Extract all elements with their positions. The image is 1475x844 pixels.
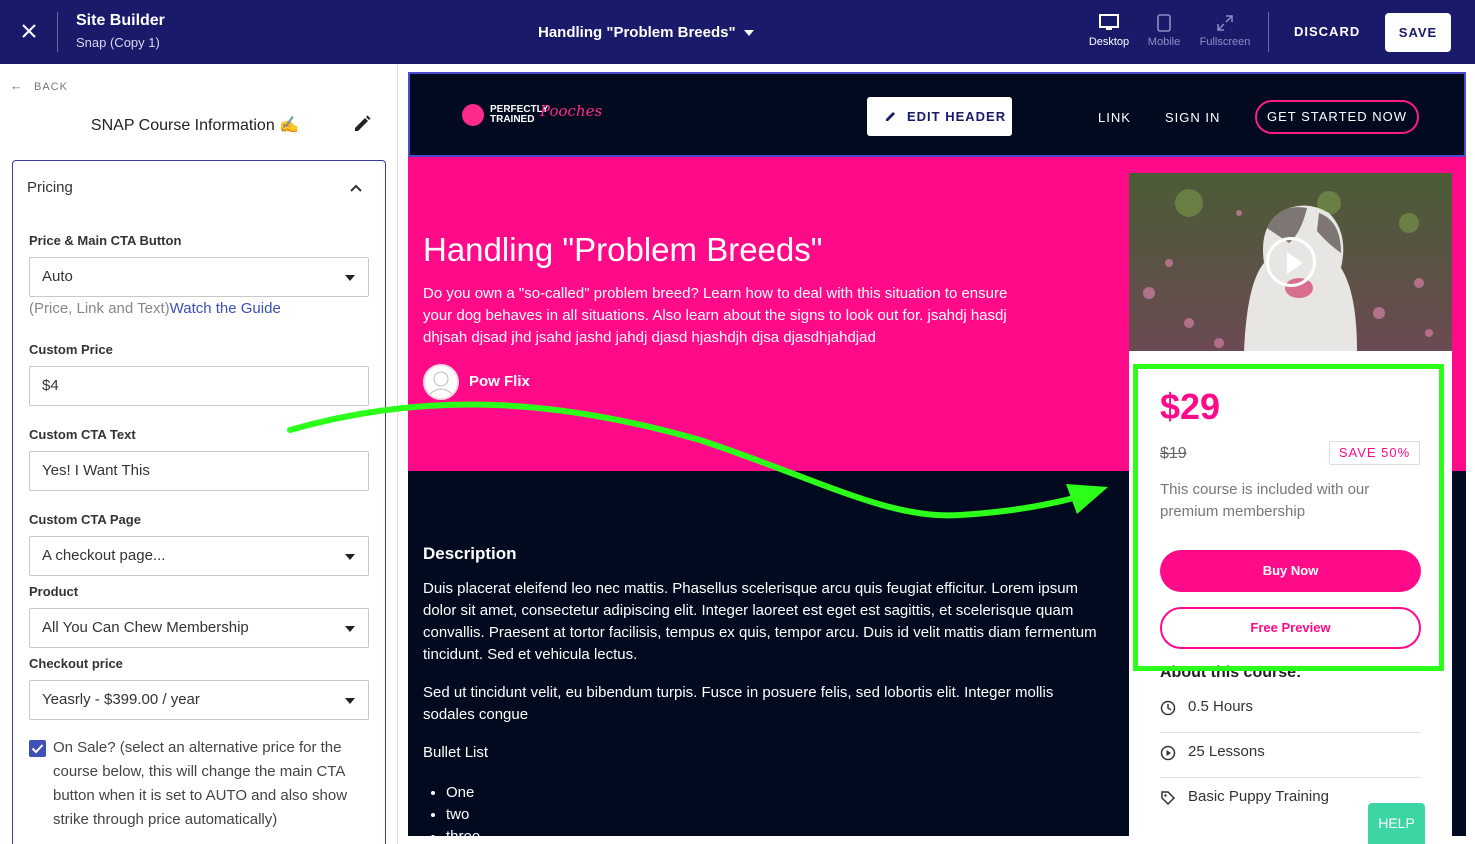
- clock-icon: [1160, 700, 1176, 716]
- price-hint: (Price, Link and Text)Watch the Guide: [29, 300, 281, 317]
- custom-cta-text-label: Custom CTA Text: [29, 427, 136, 442]
- nav-sign-in[interactable]: SIGN IN: [1165, 110, 1220, 125]
- logo-script: Pooches: [540, 102, 603, 120]
- on-sale-label: On Sale? (select an alternative price fo…: [53, 739, 348, 828]
- price-cta-value: Auto: [42, 268, 73, 285]
- pricing-section: Pricing Price & Main CTA Button Auto (Pr…: [12, 160, 386, 844]
- settings-panel: ← BACK SNAP Course Information ✍️ Pricing…: [0, 64, 398, 844]
- course-description: Do you own a "so-called" problem breed? …: [423, 285, 1008, 346]
- back-button[interactable]: ← BACK: [10, 78, 68, 93]
- panel-title: SNAP Course Information ✍️: [90, 117, 300, 134]
- avatar: [423, 364, 459, 400]
- dropdown-caret-icon: [345, 698, 355, 704]
- desktop-icon: [1099, 14, 1119, 30]
- site-logo[interactable]: PERFECTLY TRAINED Pooches: [460, 102, 612, 130]
- list-item: One: [446, 782, 480, 804]
- dog-logo-icon: [462, 104, 484, 126]
- fullscreen-icon: [1217, 15, 1233, 31]
- pencil-icon[interactable]: [352, 114, 372, 134]
- tag-icon: [1161, 791, 1176, 806]
- product-select[interactable]: All You Can Chew Membership: [29, 608, 369, 648]
- list-item: two: [446, 804, 480, 826]
- chevron-down-icon[interactable]: [744, 30, 754, 36]
- view-mobile-label: Mobile: [1147, 36, 1181, 48]
- checkout-price-value: Yeasrly - $399.00 / year: [42, 691, 200, 708]
- help-button[interactable]: HELP: [1368, 803, 1425, 844]
- hint-text: (Price, Link and Text): [29, 300, 170, 317]
- custom-cta-page-value: A checkout page...: [42, 547, 166, 564]
- dropdown-caret-icon: [345, 554, 355, 560]
- price-cta-select[interactable]: Auto: [29, 257, 369, 297]
- custom-price-input[interactable]: $4: [29, 366, 369, 406]
- back-label: BACK: [34, 81, 68, 93]
- description-paragraph: Sed ut tincidunt velit, eu bibendum turp…: [423, 684, 1054, 723]
- site-header: PERFECTLY TRAINED Pooches EDIT HEADER LI…: [408, 72, 1466, 157]
- nav-link[interactable]: LINK: [1098, 110, 1131, 125]
- view-desktop-button[interactable]: Desktop: [1079, 14, 1139, 48]
- section-title: Pricing: [27, 179, 73, 196]
- logo-text-2: TRAINED: [490, 114, 535, 125]
- close-icon[interactable]: [18, 20, 40, 42]
- view-desktop-label: Desktop: [1088, 36, 1130, 48]
- course-title: Handling "Problem Breeds": [423, 231, 823, 268]
- highlight-box: [1133, 364, 1444, 671]
- bullet-list-title: Bullet List: [423, 744, 489, 761]
- list-item: three: [446, 826, 480, 836]
- product-value: All You Can Chew Membership: [42, 619, 249, 636]
- course-thumbnail[interactable]: [1129, 173, 1452, 351]
- checkout-price-select[interactable]: Yeasrly - $399.00 / year: [29, 680, 369, 720]
- edit-header-button[interactable]: EDIT HEADER: [867, 97, 1012, 136]
- custom-cta-page-select[interactable]: A checkout page...: [29, 536, 369, 576]
- edit-header-label: EDIT HEADER: [907, 109, 1007, 124]
- author-name: Pow Flix: [469, 373, 530, 390]
- custom-cta-page-label: Custom CTA Page: [29, 512, 141, 527]
- custom-price-label: Custom Price: [29, 342, 113, 357]
- lessons-text: 25 Lessons: [1188, 743, 1265, 760]
- dropdown-caret-icon: [345, 275, 355, 281]
- arrow-left-icon: ←: [10, 78, 24, 93]
- meta-row-lessons: 25 Lessons: [1160, 733, 1421, 778]
- play-icon[interactable]: [1266, 237, 1316, 287]
- description-paragraph: Duis placerat eleifend leo nec mattis. P…: [423, 580, 1097, 663]
- get-started-button[interactable]: GET STARTED NOW: [1255, 100, 1419, 134]
- product-label: Product: [29, 584, 79, 599]
- dropdown-caret-icon: [345, 626, 355, 632]
- meta-row-duration: 0.5 Hours: [1160, 688, 1421, 733]
- pencil-icon: [886, 112, 895, 121]
- play-circle-icon: [1160, 745, 1176, 761]
- on-sale-checkbox[interactable]: [29, 740, 46, 757]
- bullet-list: One two three: [446, 782, 480, 836]
- category-text: Basic Puppy Training: [1188, 788, 1329, 805]
- view-fullscreen-label: Fullscreen: [1199, 36, 1251, 48]
- description-heading: Description: [423, 544, 517, 563]
- chevron-up-icon[interactable]: [349, 181, 363, 195]
- watch-guide-link[interactable]: Watch the Guide: [170, 300, 281, 317]
- custom-cta-text-input[interactable]: Yes! I Want This: [29, 451, 369, 491]
- divider: [57, 12, 58, 52]
- app-title: Site Builder: [76, 12, 165, 29]
- top-bar: Site Builder Snap (Copy 1) Handling "Pro…: [0, 0, 1475, 64]
- mobile-icon: [1157, 14, 1171, 32]
- checkout-price-label: Checkout price: [29, 656, 123, 671]
- checkmark-icon: [31, 744, 44, 754]
- discard-button[interactable]: DISCARD: [1294, 24, 1360, 39]
- view-mobile-button[interactable]: Mobile: [1134, 14, 1194, 48]
- duration-text: 0.5 Hours: [1188, 698, 1254, 715]
- view-fullscreen-button[interactable]: Fullscreen: [1195, 14, 1255, 48]
- page-selector[interactable]: Handling "Problem Breeds": [538, 24, 736, 41]
- price-cta-label: Price & Main CTA Button: [29, 233, 182, 248]
- avatar-icon: [429, 371, 453, 395]
- divider: [1268, 12, 1269, 52]
- save-button[interactable]: SAVE: [1385, 13, 1451, 52]
- site-name: Snap (Copy 1): [76, 35, 160, 50]
